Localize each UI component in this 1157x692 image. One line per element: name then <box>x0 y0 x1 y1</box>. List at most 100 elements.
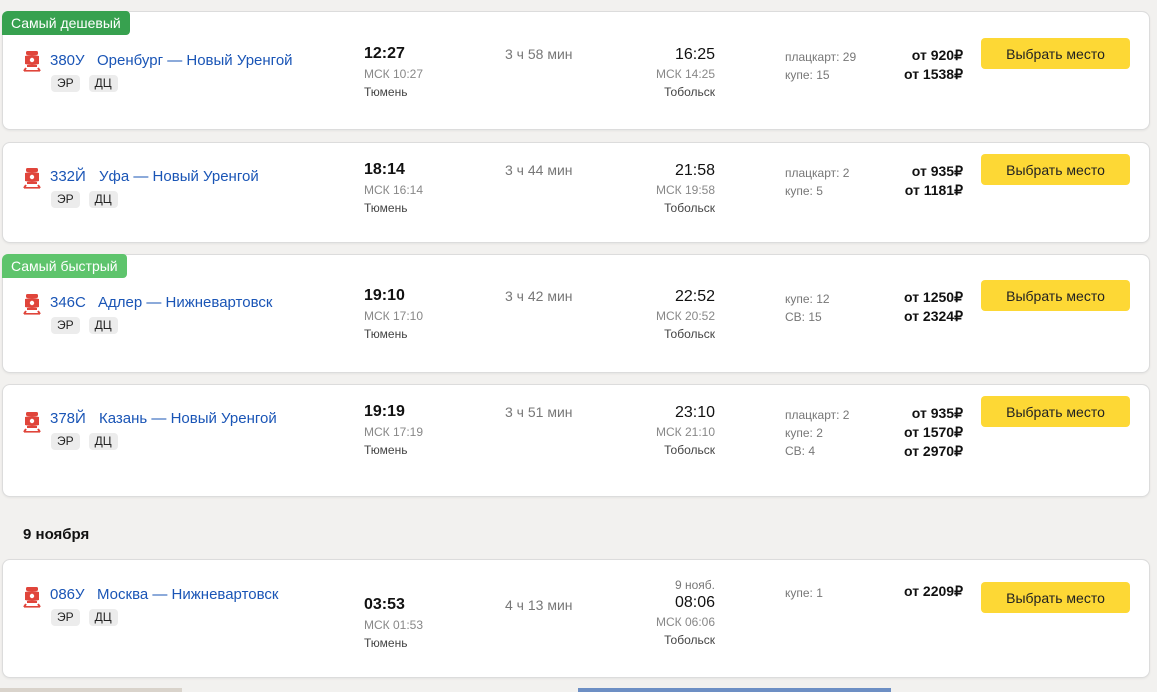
price: от 1181₽ <box>904 182 963 198</box>
electronic-registration-tag: ЭР <box>51 75 80 92</box>
price: от 1250₽ <box>903 289 963 305</box>
travel-duration: 4 ч 13 мин <box>505 597 573 613</box>
seat-class-availability: плацкарт: 2 <box>785 166 850 180</box>
electronic-registration-tag: ЭР <box>51 609 80 626</box>
seat-class-availability: купе: 1 <box>785 586 823 600</box>
arrival-block: 9 нояб. 08:06 МСК 06:06 Тобольск <box>656 577 715 649</box>
price: от 2324₽ <box>903 308 963 324</box>
arrival-block: 23:10 МСК 21:10 Тобольск <box>656 403 715 459</box>
seat-class-availability: СВ: 4 <box>785 444 816 458</box>
seat-class-availability: купе: 5 <box>785 184 823 198</box>
train-route-link[interactable]: Москва — Нижневартовск <box>97 586 278 603</box>
price: от 935₽ <box>911 405 963 421</box>
arrival-msk-time: МСК 06:06 <box>655 615 715 629</box>
price-list: от 935₽ от 1181₽ <box>905 162 963 200</box>
train-tags: ЭР ДЦ <box>51 609 118 626</box>
departure-time: 12:27 <box>364 45 405 62</box>
train-tags: ЭР ДЦ <box>51 317 118 334</box>
electronic-registration-tag: ЭР <box>51 191 80 208</box>
arrival-station: Тобольск <box>664 633 715 647</box>
train-icon <box>23 411 41 433</box>
train-number-link[interactable]: 378Й <box>50 410 86 427</box>
departure-time: 19:19 <box>364 403 405 420</box>
arrival-station: Тобольск <box>664 443 715 457</box>
choose-seat-button[interactable]: Выбрать место <box>981 38 1130 69</box>
seat-class-availability: купе: 15 <box>785 68 830 82</box>
seat-class-availability: купе: 2 <box>785 426 823 440</box>
seat-classes: плацкарт: 29 купе: 15 <box>785 48 856 84</box>
arrival-station: Тобольск <box>664 201 715 215</box>
choose-seat-button[interactable]: Выбрать место <box>981 280 1130 311</box>
date-header: 9 ноября <box>23 526 90 543</box>
seat-class-availability: плацкарт: 2 <box>785 408 850 422</box>
arrival-msk-time: МСК 19:58 <box>655 183 715 197</box>
dc-tag: ДЦ <box>88 317 118 334</box>
price-list: от 1250₽ от 2324₽ <box>904 288 963 326</box>
electronic-registration-tag: ЭР <box>51 433 80 450</box>
train-icon <box>23 50 41 72</box>
bottom-strip-left <box>0 688 182 692</box>
price: от 935₽ <box>911 163 963 179</box>
price-list: от 935₽ от 1570₽ от 2970₽ <box>904 404 963 461</box>
dc-tag: ДЦ <box>88 191 118 208</box>
train-number-link[interactable]: 346С <box>50 294 86 311</box>
arrival-time: 21:58 <box>674 162 715 179</box>
seat-classes: купе: 12 СВ: 15 <box>785 290 830 326</box>
arrival-time: 23:10 <box>674 404 715 421</box>
price-list: от 2209₽ <box>904 582 963 601</box>
seat-class-availability: СВ: 15 <box>785 310 822 324</box>
dc-tag: ДЦ <box>88 75 118 92</box>
price: от 2970₽ <box>903 443 963 459</box>
departure-msk-time: МСК 16:14 <box>364 183 424 197</box>
departure-time: 18:14 <box>364 161 405 178</box>
seat-class-availability: купе: 12 <box>785 292 830 306</box>
train-number-link[interactable]: 086У <box>50 586 85 603</box>
departure-station: Тюмень <box>364 327 408 341</box>
arrival-block: 16:25 МСК 14:25 Тобольск <box>656 45 715 101</box>
choose-seat-button[interactable]: Выбрать место <box>981 154 1130 185</box>
arrival-station: Тобольск <box>664 85 715 99</box>
arrival-time: 16:25 <box>674 46 715 63</box>
choose-seat-button[interactable]: Выбрать место <box>981 582 1130 613</box>
departure-msk-time: МСК 10:27 <box>364 67 424 81</box>
dc-tag: ДЦ <box>88 433 118 450</box>
departure-msk-time: МСК 17:19 <box>364 425 424 439</box>
train-tags: ЭР ДЦ <box>51 433 118 450</box>
train-icon <box>23 586 41 608</box>
arrival-msk-time: МСК 21:10 <box>655 425 715 439</box>
train-tags: ЭР ДЦ <box>51 75 118 92</box>
arrival-station: Тобольск <box>664 327 715 341</box>
travel-duration: 3 ч 42 мин <box>505 288 573 304</box>
train-card: 086У Москва — Нижневартовск ЭР ДЦ 03:53 МСК 0… <box>2 559 1150 678</box>
arrival-block: 22:52 МСК 20:52 Тобольск <box>656 287 715 343</box>
choose-seat-button[interactable]: Выбрать место <box>981 396 1130 427</box>
departure-station: Тюмень <box>364 85 408 99</box>
train-route-link[interactable]: Уфа — Новый Уренгой <box>99 168 259 185</box>
train-number-link[interactable]: 332Й <box>50 168 86 185</box>
electronic-registration-tag: ЭР <box>51 317 80 334</box>
price: от 1570₽ <box>903 424 963 440</box>
arrival-date: 9 нояб. <box>674 578 715 592</box>
departure-time: 03:53 <box>364 596 405 613</box>
dc-tag: ДЦ <box>88 609 118 626</box>
arrival-block: 21:58 МСК 19:58 Тобольск <box>656 161 715 217</box>
price-list: от 920₽ от 1538₽ <box>904 46 963 84</box>
train-route-link[interactable]: Оренбург — Новый Уренгой <box>97 52 293 69</box>
seat-classes: плацкарт: 2 купе: 2 СВ: 4 <box>785 406 849 460</box>
departure-time: 19:10 <box>364 287 405 304</box>
fastest-badge: Самый быстрый <box>2 254 127 278</box>
train-number-link[interactable]: 380У <box>50 52 85 69</box>
departure-msk-time: МСК 17:10 <box>364 309 424 323</box>
departure-station: Тюмень <box>364 636 408 650</box>
train-card: 378Й Казань — Новый Уренгой ЭР ДЦ 19:19 МСК 1… <box>2 384 1150 497</box>
travel-duration: 3 ч 51 мин <box>505 404 573 420</box>
departure-station: Тюмень <box>364 201 408 215</box>
train-route-link[interactable]: Казань — Новый Уренгой <box>99 410 277 427</box>
price: от 1538₽ <box>903 66 963 82</box>
seat-classes: плацкарт: 2 купе: 5 <box>785 164 849 200</box>
train-card: 332Й Уфа — Новый Уренгой ЭР ДЦ 18:14 МСК 16:1… <box>2 142 1150 243</box>
arrival-msk-time: МСК 14:25 <box>655 67 715 81</box>
train-route-link[interactable]: Адлер — Нижневартовск <box>98 294 272 311</box>
train-tags: ЭР ДЦ <box>51 191 118 208</box>
arrival-time: 22:52 <box>674 288 715 305</box>
